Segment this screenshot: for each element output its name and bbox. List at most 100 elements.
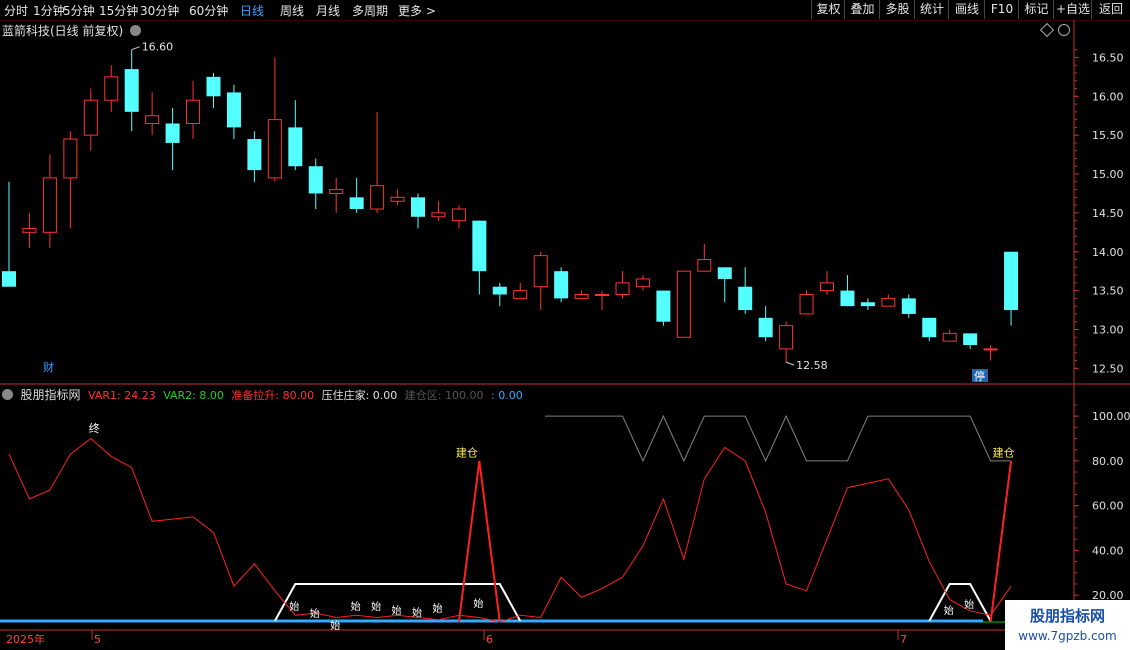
settings-icon[interactable] [1058, 24, 1070, 36]
cai-marker: 财 [43, 360, 54, 374]
candle-body-up [63, 138, 78, 179]
candle-body-up [329, 189, 344, 194]
main-chart-title: 蓝箭科技(日线 前复权) [2, 22, 142, 39]
shi-label-10: 始 [964, 598, 974, 611]
indicator-name[interactable]: 股朋指标网 [21, 388, 81, 402]
timeframe-0[interactable]: 分时 [4, 2, 28, 19]
shi-label-2: 始 [330, 619, 340, 632]
shi-label-4: 始 [371, 600, 381, 613]
candle-body-up [615, 282, 630, 296]
candle-body-down [656, 290, 671, 322]
candle-body-up [145, 115, 160, 124]
jiancang-label-1: 建仓 [456, 445, 478, 459]
date-year: 2025年 [6, 632, 45, 646]
candle-body-up [390, 196, 405, 202]
settings-circle-icon[interactable] [130, 25, 142, 36]
zhunbei-label: 准备拉升: 80.00 [231, 389, 315, 402]
candle-body-up [820, 282, 834, 292]
toolbar-button-1[interactable]: 叠加 [844, 0, 880, 19]
ind-ytick-label: 80.00 [1092, 455, 1124, 468]
timeframe-7[interactable]: 周线 [280, 2, 304, 19]
ting-marker-bg [972, 369, 988, 382]
shi-label-8: 始 [473, 597, 483, 610]
candle-body-down [165, 123, 180, 143]
jiancang-label-2: 建仓 [993, 445, 1015, 459]
candle-body-up [574, 294, 589, 299]
timeframe-5[interactable]: 60分钟 [189, 2, 228, 19]
timeframe-8[interactable]: 月线 [316, 2, 340, 19]
timeframe-4[interactable]: 30分钟 [140, 2, 179, 19]
candle-body-down [738, 286, 753, 311]
timeframe-6[interactable]: 日线 [240, 2, 264, 19]
candle-body-up [22, 227, 37, 233]
diamond-icon[interactable] [1039, 22, 1055, 38]
shi-label-0: 始 [289, 600, 299, 613]
candle-body-up [513, 290, 528, 299]
candle-body-down [247, 139, 262, 171]
candle-body-down [860, 302, 875, 307]
toolbar-button-0[interactable]: 复权 [811, 0, 845, 19]
watermark-title: 股朋指标网 [1029, 607, 1105, 625]
candle-body-up [533, 255, 548, 288]
candle-body-down [288, 127, 303, 167]
candle-body-down [554, 271, 569, 299]
stock-title: 蓝箭科技(日线 前复权) [2, 24, 124, 38]
low-pointer [785, 361, 795, 366]
candle-body-down [922, 317, 937, 338]
toolbar-button-6[interactable]: 标记 [1018, 0, 1054, 19]
toolbar-button-4[interactable]: 画线 [948, 0, 985, 19]
candle-body-down [411, 197, 425, 217]
toolbar-button-5[interactable]: F10 [984, 0, 1019, 19]
timeframe-2[interactable]: 5分钟 [63, 2, 95, 19]
timeframe-3[interactable]: 15分钟 [99, 2, 138, 19]
main-ytick-label: 15.50 [1092, 129, 1124, 142]
candle-body-up [451, 208, 466, 222]
candle-body-up [431, 212, 446, 218]
candle-body-down [901, 298, 916, 314]
chart-canvas: 16.50 16.00 15.50 15.00 14.50 14.00 13.50 13.00… [0, 20, 1130, 650]
watermark-url: www.7gpzb.com [1018, 629, 1117, 643]
trapezoid-0 [273, 582, 522, 622]
timeframe-9[interactable]: 多周期 [352, 2, 388, 19]
main-ytick-label: 13.00 [1092, 323, 1124, 336]
toolbar-button-7[interactable]: +自选 [1053, 0, 1092, 19]
trapezoid-1 [928, 582, 992, 622]
candle-body-up [42, 177, 57, 233]
zhunbei-spike [457, 460, 501, 623]
date-month-1: 6 [486, 633, 493, 646]
toolbar-button-2[interactable]: 多股 [879, 0, 915, 19]
candle-body-down [349, 197, 364, 209]
ind-ytick-label: 60.00 [1092, 500, 1124, 513]
date-month-2: 7 [900, 633, 907, 646]
candle-body-down [840, 290, 855, 307]
low-label: 12.58 [796, 359, 828, 372]
shi-label-1: 始 [310, 607, 320, 620]
candle-body-up [267, 119, 282, 179]
main-ytick-label: 12.50 [1092, 362, 1124, 375]
candle-body-up [635, 278, 650, 288]
extra-label: : 0.00 [491, 389, 523, 402]
shi-label-6: 始 [412, 606, 422, 619]
ting-marker: 停 [974, 369, 985, 383]
var2-label: VAR2: 8.00 [163, 389, 224, 402]
shi-label-9: 始 [944, 604, 954, 617]
candle-body-down [124, 69, 139, 112]
toolbar-button-3[interactable]: 统计 [914, 0, 949, 19]
var1-line [8, 437, 1012, 623]
candle-body-up [697, 259, 712, 272]
high-label: 16.60 [142, 41, 174, 54]
candle-body-down [472, 220, 487, 272]
toolbar-button-8[interactable]: 返回 [1091, 0, 1130, 19]
candle-body-up [942, 332, 957, 342]
candle-body-down [308, 166, 323, 194]
main-ytick-label: 15.00 [1092, 168, 1124, 181]
shi-label-3: 始 [351, 600, 361, 613]
candle-body-down [206, 76, 221, 97]
timeframe-10[interactable]: 更多 > [398, 2, 436, 19]
indicator-collapse-icon[interactable] [2, 389, 13, 400]
main-ytick-label: 16.00 [1092, 90, 1124, 103]
candle-body-up [370, 185, 385, 210]
main-ytick-label: 16.50 [1092, 51, 1124, 64]
indicator-header: 股朋指标网 VAR1: 24.23 VAR2: 8.00 准备拉升: 80.00… [2, 386, 527, 403]
timeframe-1[interactable]: 1分钟 [33, 2, 65, 19]
